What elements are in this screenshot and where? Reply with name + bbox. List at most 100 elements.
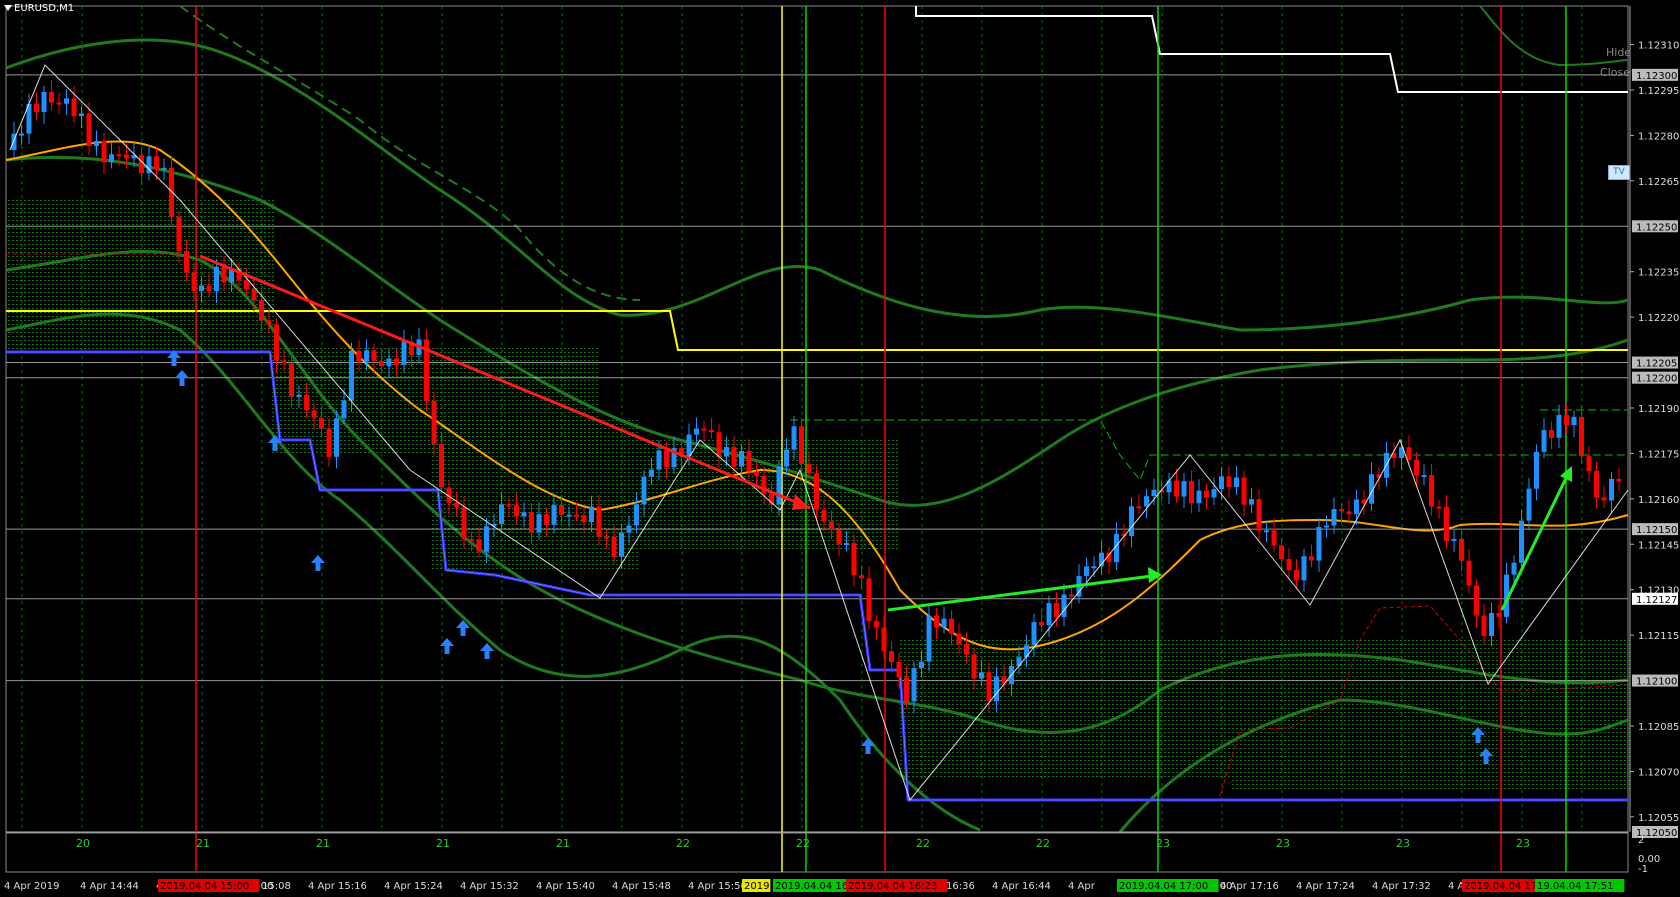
price-axis: 1.12310 1.12295 1.12280 1.12265 1.12235 1.122…	[1629, 0, 1680, 897]
candle-body	[1174, 480, 1179, 497]
candle-body	[851, 543, 857, 576]
candle-body	[874, 620, 879, 628]
candle-body	[1579, 416, 1584, 457]
candle-body	[244, 280, 249, 290]
candle-body	[499, 504, 504, 524]
candle-body	[791, 426, 797, 450]
candle-body	[739, 450, 744, 467]
candle-body	[596, 506, 602, 537]
sub-panel-number: 20	[76, 837, 90, 850]
candle-body	[1061, 594, 1067, 617]
candle-body	[589, 506, 594, 523]
candle-body	[514, 504, 519, 517]
candle-body	[1091, 566, 1097, 569]
candle-body	[664, 450, 669, 468]
tv-button[interactable]: TV	[1608, 165, 1630, 180]
sub-panel-number: 21	[436, 837, 450, 850]
candle-body	[401, 341, 407, 365]
candle-body	[881, 627, 887, 652]
candle-body	[1339, 509, 1344, 512]
candle-body	[656, 450, 662, 470]
candle-body	[454, 502, 459, 507]
candle-body	[731, 446, 737, 467]
candle-body	[686, 434, 692, 457]
candle-body	[206, 285, 212, 292]
candle-body	[1016, 657, 1022, 667]
sub-panel-number: 23	[1396, 837, 1410, 850]
candle-body	[1144, 496, 1149, 507]
zone-area	[6, 200, 276, 350]
time-marker-label: 2019.04.04 15:00	[160, 881, 249, 892]
candle-body	[964, 644, 969, 655]
candle-body	[364, 350, 369, 362]
candle-body	[1069, 594, 1074, 597]
sub-panel-frame	[5, 832, 1629, 873]
sub-panel-number: 21	[556, 837, 570, 850]
candle-body	[101, 140, 107, 163]
candle-body	[521, 512, 527, 517]
time-label: 4 Apr 17:24	[1296, 881, 1355, 892]
candle-body	[634, 504, 639, 526]
axis-price-box-label: 1.12300	[1636, 71, 1677, 82]
candle-body	[844, 543, 849, 546]
candle-body	[1129, 506, 1134, 537]
candle-body	[829, 521, 834, 530]
candle-body	[154, 156, 159, 170]
time-label: 4 Apr 15:24	[384, 881, 443, 892]
candle-body	[184, 250, 189, 273]
candle-body	[1234, 477, 1239, 488]
candle-body	[1541, 430, 1547, 452]
axis-price-box-label: 1.12150	[1636, 525, 1677, 536]
candle-body	[581, 515, 587, 523]
candle-body	[1519, 520, 1524, 563]
candle-body	[1511, 562, 1517, 575]
candle-body	[469, 539, 474, 542]
candle-body	[544, 514, 549, 525]
candle-body	[56, 102, 62, 105]
candle-body	[896, 662, 902, 678]
close-button[interactable]: Close	[1600, 66, 1630, 79]
candle-body	[1301, 556, 1307, 581]
axis-tick-label: 1.12235	[1638, 268, 1679, 279]
candle-body	[161, 167, 167, 170]
candle-body	[754, 471, 759, 476]
candle-body	[341, 400, 347, 419]
time-label: 4 Apr 15:32	[460, 881, 519, 892]
candle-body	[109, 154, 114, 163]
candle-body	[1181, 481, 1187, 497]
price-chart[interactable]: 1.12310 1.12295 1.12280 1.12265 1.12235 1.122…	[0, 0, 1680, 897]
symbol-text: EURUSD,M1	[14, 3, 75, 14]
candle-body	[1204, 490, 1209, 498]
candle-body	[649, 469, 654, 477]
candle-body	[1601, 497, 1607, 501]
candle-body	[979, 672, 984, 679]
candle-body	[866, 578, 872, 621]
candle-body	[836, 529, 842, 545]
candle-body	[1459, 538, 1464, 561]
time-marker-label: 19.04.04 17:51	[1537, 881, 1614, 892]
axis-tick-label: 1.12145	[1638, 540, 1679, 551]
candle-body	[1496, 612, 1502, 617]
candle-body	[1211, 489, 1217, 498]
candle-body	[304, 394, 309, 411]
candle-body	[1294, 570, 1299, 581]
candle-body	[619, 532, 624, 557]
candle-body	[311, 410, 317, 418]
triangle-down-icon[interactable]	[4, 5, 12, 11]
candle-body	[1564, 414, 1569, 426]
candle-body	[41, 91, 47, 113]
candle-body	[694, 428, 699, 435]
candle-body	[221, 266, 227, 283]
axis-price-box-label: 1.12127	[1636, 595, 1677, 606]
candle-body	[551, 505, 557, 525]
candle-body	[911, 668, 917, 702]
candle-body	[1039, 622, 1044, 626]
candle-body	[334, 418, 339, 457]
time-label: 4 Apr 15:16	[308, 881, 367, 892]
candle-body	[1054, 603, 1059, 617]
candle-body	[889, 651, 894, 663]
candle-body	[919, 661, 924, 669]
candle-body	[1489, 612, 1494, 637]
sub-panel-number: 23	[1156, 837, 1170, 850]
hide-button[interactable]: Hide	[1606, 46, 1631, 59]
